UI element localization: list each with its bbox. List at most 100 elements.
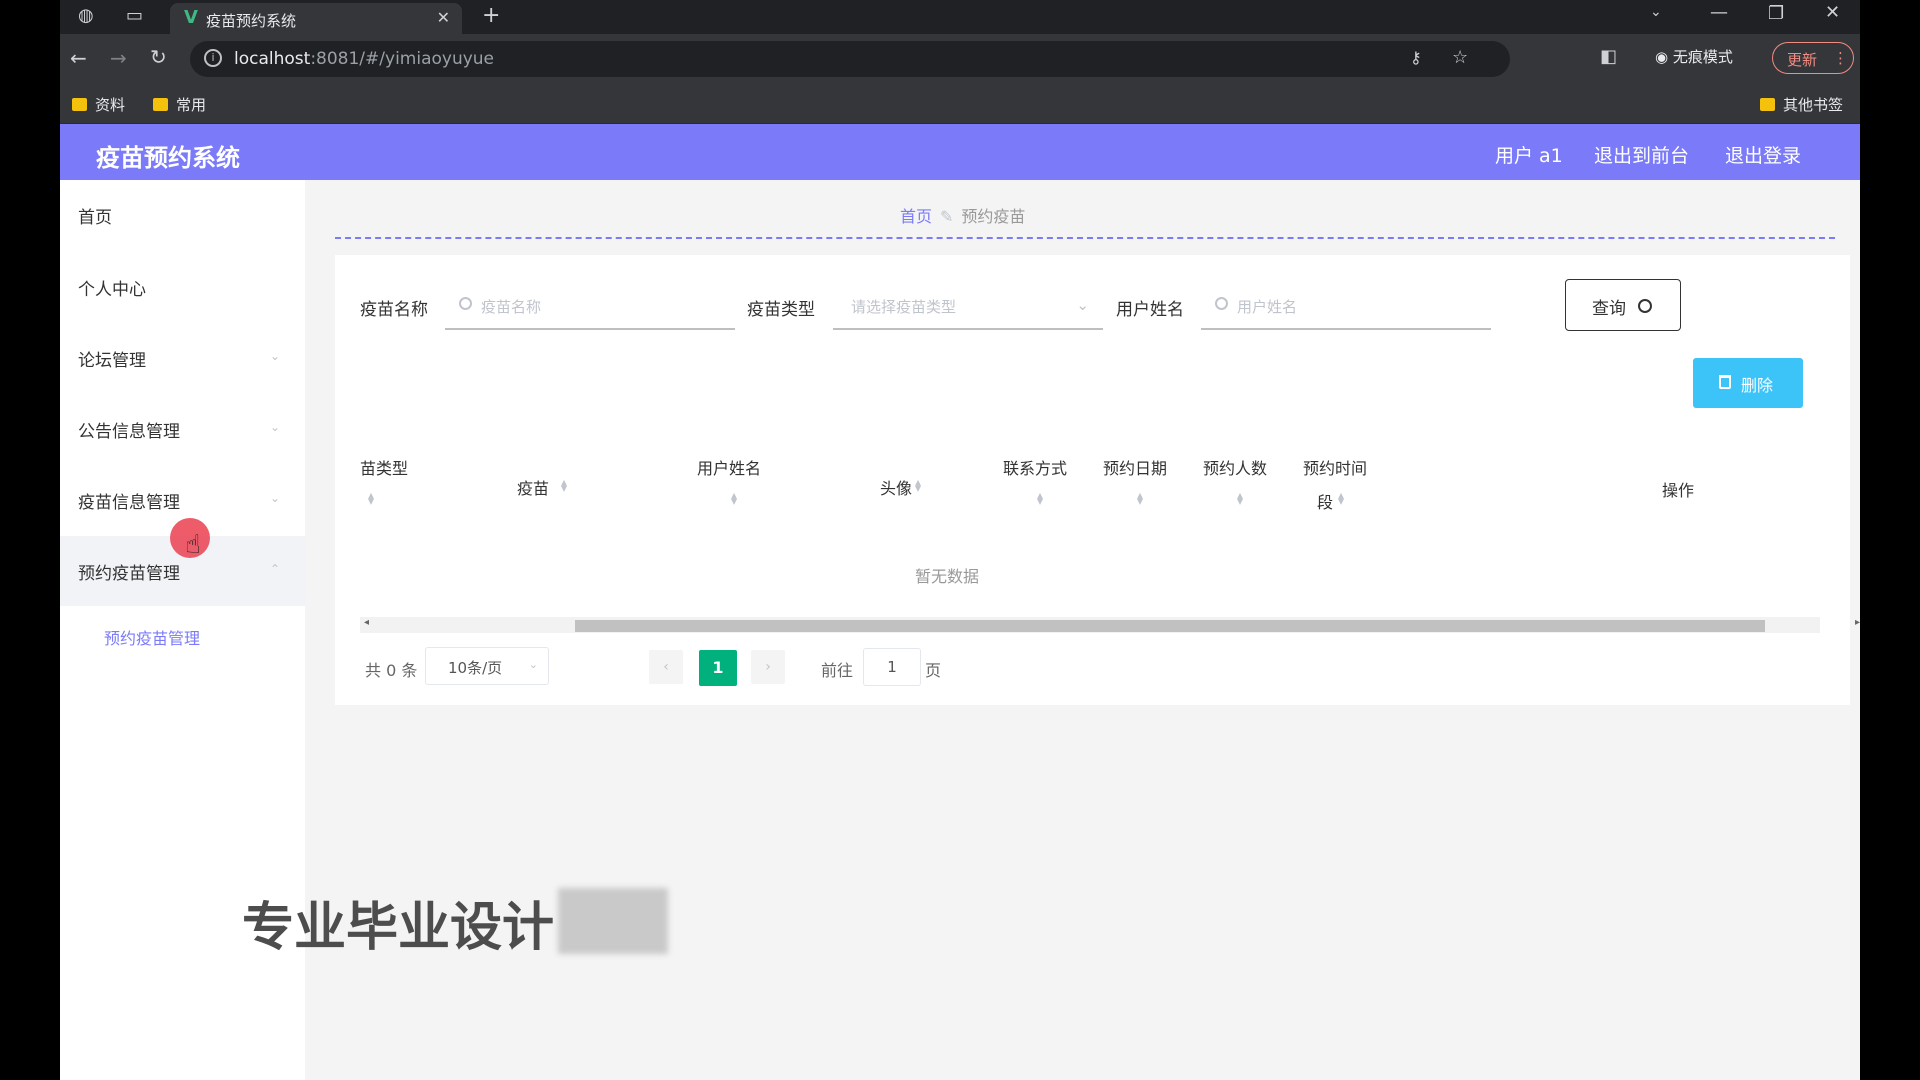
page-size-select[interactable]: 10条/页 ⌄ bbox=[425, 647, 549, 685]
incognito-indicator[interactable]: ◉ 无痕模式 bbox=[1655, 46, 1733, 67]
user-name-input[interactable]: 用户姓名 bbox=[1201, 280, 1491, 330]
key-icon[interactable]: ⚷ bbox=[1410, 48, 1422, 67]
browser-window: ◍ ▭ V 疫苗预约系统 ✕ + ⌄ — ❐ ✕ ← → ↻ i localho… bbox=[60, 0, 1860, 1080]
bookmarks-bar: 资料 常用 其他书签 bbox=[60, 84, 1860, 124]
column-header-vaccine: 疫苗 bbox=[517, 479, 550, 498]
sidebar-item-personal[interactable]: 个人中心 bbox=[60, 252, 305, 322]
divider bbox=[335, 237, 1835, 239]
folder-icon bbox=[72, 98, 87, 111]
chevron-down-icon: ⌄ bbox=[270, 491, 281, 505]
chevron-down-icon: ⌄ bbox=[270, 349, 281, 363]
sidebar-item-forum[interactable]: 论坛管理 ⌄ bbox=[60, 323, 305, 393]
query-button[interactable]: 查询 bbox=[1565, 279, 1681, 331]
forward-icon[interactable]: → bbox=[110, 46, 127, 70]
incognito-icon: ◉ bbox=[1655, 48, 1673, 66]
column-header-count: 预约人数 bbox=[1203, 459, 1268, 478]
vaccine-name-input[interactable]: 疫苗名称 bbox=[445, 280, 735, 330]
column-header-username: 用户姓名 bbox=[697, 459, 762, 478]
exit-to-front-link[interactable]: 退出到前台 bbox=[1594, 141, 1689, 168]
hand-cursor-icon: ☝ bbox=[185, 530, 201, 560]
sort-icon[interactable]: ▴ ▾ bbox=[1237, 489, 1243, 507]
sidebar-item-notice[interactable]: 公告信息管理 ⌄ bbox=[60, 394, 305, 464]
browser-tab[interactable]: V 疫苗预约系统 ✕ bbox=[170, 3, 462, 34]
search-icon bbox=[459, 297, 472, 310]
sort-icon[interactable]: ▴ ▾ bbox=[915, 476, 921, 494]
sidebar-item-home[interactable]: 首页 bbox=[60, 180, 305, 250]
other-bookmarks[interactable]: 其他书签 bbox=[1760, 94, 1843, 115]
column-header-time-cont: 段 bbox=[1317, 493, 1334, 512]
chevron-down-icon: ⌄ bbox=[528, 658, 538, 671]
tab-overview-icon[interactable]: ▭ bbox=[126, 5, 143, 26]
next-page-button[interactable]: › bbox=[751, 650, 785, 684]
column-header-date: 预约日期 bbox=[1103, 459, 1168, 478]
bookmark-folder-2[interactable]: 常用 bbox=[153, 94, 206, 115]
close-tab-icon[interactable]: ✕ bbox=[437, 8, 450, 27]
search-icon bbox=[1215, 297, 1228, 310]
column-header-contact: 联系方式 bbox=[1003, 459, 1068, 478]
sort-icon[interactable]: ▴ ▾ bbox=[1137, 489, 1143, 507]
app-title: 疫苗预约系统 bbox=[96, 144, 240, 172]
sort-icon[interactable]: ▴ ▾ bbox=[1338, 489, 1344, 507]
empty-table-text: 暂无数据 bbox=[915, 567, 980, 586]
column-header-avatar: 头像 bbox=[880, 479, 913, 498]
vaccine-type-select[interactable]: 请选择疫苗类型 ⌄ bbox=[833, 280, 1103, 330]
back-icon[interactable]: ← bbox=[70, 46, 87, 70]
breadcrumb-separator-icon: ✎ bbox=[940, 207, 954, 226]
main-panel: 疫苗名称 疫苗名称 疫苗类型 请选择疫苗类型 ⌄ 用户姓名 用户姓名 查询 删除… bbox=[335, 255, 1860, 705]
more-icon: ⋮ bbox=[1833, 49, 1848, 67]
scrollbar-thumb[interactable] bbox=[575, 620, 1765, 632]
restore-icon[interactable]: ❐ bbox=[1768, 3, 1784, 24]
url-input[interactable]: i localhost:8081/#/yimiaoyuyue ⚷ ☆ bbox=[190, 41, 1510, 77]
reload-icon[interactable]: ↻ bbox=[150, 45, 167, 69]
scroll-right-icon[interactable]: ▸ bbox=[1855, 617, 1860, 628]
watermark-text: 专业毕业设计 bbox=[242, 898, 555, 958]
site-info-icon[interactable]: i bbox=[204, 49, 222, 67]
sort-icon[interactable]: ▴ ▾ bbox=[368, 489, 374, 507]
folder-icon bbox=[153, 98, 168, 111]
vaccine-name-label: 疫苗名称 bbox=[360, 300, 428, 320]
address-bar-row: ← → ↻ i localhost:8081/#/yimiaoyuyue ⚷ ☆… bbox=[60, 34, 1860, 84]
logout-link[interactable]: 退出登录 bbox=[1725, 141, 1801, 168]
search-icon bbox=[1638, 299, 1652, 313]
bookmark-folder-1[interactable]: 资料 bbox=[72, 94, 125, 115]
sidebar-subitem-booking[interactable]: 预约疫苗管理 bbox=[104, 625, 200, 649]
column-header-action: 操作 bbox=[1662, 481, 1695, 500]
close-window-icon[interactable]: ✕ bbox=[1825, 2, 1840, 23]
watermark-blur bbox=[558, 888, 668, 954]
update-button[interactable]: 更新 ⋮ bbox=[1772, 42, 1854, 74]
bookmark-star-icon[interactable]: ☆ bbox=[1452, 47, 1468, 68]
sort-icon[interactable]: ▴ ▾ bbox=[731, 489, 737, 507]
url-text: localhost:8081/#/yimiaoyuyue bbox=[234, 49, 495, 69]
sort-icon[interactable]: ▴ ▾ bbox=[561, 476, 567, 494]
page-button-current[interactable]: 1 bbox=[699, 650, 737, 686]
breadcrumb: 首页 ✎ 预约疫苗 bbox=[900, 203, 1025, 227]
new-tab-icon[interactable]: + bbox=[482, 3, 500, 28]
prev-page-button[interactable]: ‹ bbox=[649, 650, 683, 684]
folder-icon bbox=[1760, 98, 1775, 111]
sort-icon[interactable]: ▴ ▾ bbox=[1037, 489, 1043, 507]
minimize-icon[interactable]: — bbox=[1710, 2, 1728, 23]
vue-favicon-icon: V bbox=[184, 7, 198, 28]
delete-button[interactable]: 删除 bbox=[1693, 358, 1803, 408]
chevron-down-icon: ⌄ bbox=[270, 420, 281, 434]
chevron-down-icon: ⌄ bbox=[1076, 296, 1089, 314]
tab-title: 疫苗预约系统 bbox=[206, 12, 297, 30]
column-header-time: 预约时间 bbox=[1303, 459, 1368, 478]
app-header: 疫苗预约系统 用户 a1 退出到前台 退出登录 bbox=[60, 124, 1860, 180]
breadcrumb-current: 预约疫苗 bbox=[961, 207, 1026, 226]
vaccine-type-label: 疫苗类型 bbox=[747, 300, 815, 320]
user-name: 用户 a1 bbox=[1495, 145, 1563, 167]
chevron-up-icon: ⌃ bbox=[270, 562, 281, 576]
tab-search-icon[interactable]: ⌄ bbox=[1650, 4, 1662, 20]
side-panel-icon[interactable]: ◧ bbox=[1600, 46, 1617, 67]
scroll-left-icon[interactable]: ◂ bbox=[364, 617, 369, 628]
tab-strip: ◍ ▭ V 疫苗预约系统 ✕ + ⌄ — ❐ ✕ bbox=[60, 0, 1860, 34]
page-suffix: 页 bbox=[925, 661, 942, 680]
column-header-type: 苗类型 bbox=[360, 459, 409, 478]
pagination-total: 共 0 条 bbox=[365, 661, 418, 680]
goto-page-input[interactable]: 1 bbox=[863, 648, 921, 686]
globe-icon[interactable]: ◍ bbox=[78, 5, 94, 26]
user-name-label: 用户姓名 bbox=[1116, 300, 1184, 320]
goto-label: 前往 bbox=[821, 661, 854, 680]
breadcrumb-home[interactable]: 首页 bbox=[900, 207, 932, 226]
